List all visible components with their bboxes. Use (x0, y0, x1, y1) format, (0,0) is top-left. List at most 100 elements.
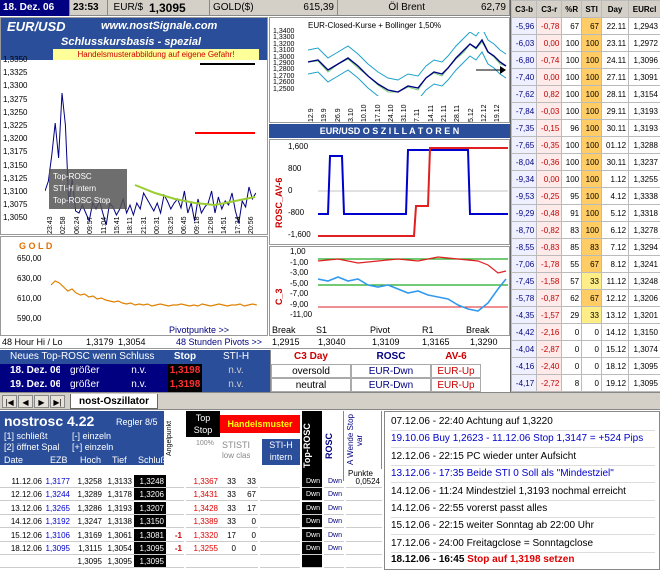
right-table-cell: -0,83 (536, 238, 563, 256)
nostrosc-cell-tief: 1,3061 (104, 529, 134, 542)
c3-state: oversold (271, 364, 351, 378)
news-item: 12.12.06 - 22:15 PC wieder unter Aufsich… (391, 447, 655, 466)
nostrosc-cell-stop: 1,3428 (186, 502, 220, 515)
option-2b[interactable]: [+] einzeln (72, 442, 113, 452)
right-table-cell: -6,03 (510, 34, 538, 52)
right-table-cell: -7,62 (510, 85, 538, 103)
pivot-value-0: 1,2915 (272, 337, 300, 347)
option-1[interactable]: [1] schließt (4, 431, 48, 441)
right-table-cell: 1,2972 (628, 34, 660, 52)
right-table-cell: -0,36 (536, 153, 563, 171)
right-table-row: -8,70 -0,82 83 100 6.12 1,3278 (510, 221, 660, 239)
chart-title-site[interactable]: www.nostSignale.com (101, 20, 217, 32)
nostrosc-cell-r2: Dwn (302, 501, 322, 515)
c3-ytick: -3,00 (290, 268, 309, 277)
right-table-cell: 62 (561, 289, 583, 307)
bollinger-xtick: 28.11 (454, 105, 462, 122)
nostrosc-cell-ang: -1 (166, 542, 184, 555)
right-table-cell: 24.11 (600, 51, 630, 69)
nostrosc-cell-date: 14.12.06 (0, 515, 44, 529)
nostrosc-cell-schluss: 1,3207 (134, 501, 166, 515)
right-table-cell: 100 (581, 187, 602, 205)
intraday-xtick: 14:51 (221, 216, 229, 234)
nostrosc-cell-pk (346, 529, 382, 542)
nostrosc-cell-hoch: 1,3286 (72, 502, 104, 515)
nostrosc-cell-schluss: 1,3150 (134, 515, 166, 529)
right-table-header: %R (561, 0, 583, 18)
right-table-cell: 0 (581, 374, 602, 392)
right-table-row: -4,42 -2,16 0 0 14.12 1,3150 (510, 323, 660, 341)
nostrosc-cell-schluss: 1,3095 (134, 542, 166, 555)
news-panel: 07.12.06 - 22:40 Achtung auf 1,3220 19.10… (384, 411, 660, 570)
right-table-cell: -2,72 (536, 374, 563, 392)
right-table-cell: 28.11 (600, 85, 630, 103)
right-table-row: -4,35 -1,57 29 33 13.12 1,3201 (510, 306, 660, 324)
chart-subtitle: Schlusskursbasis - spezial (61, 36, 202, 48)
tab-nav-button[interactable]: ▶| (50, 395, 65, 408)
c3-ytick: -11,00 (290, 310, 313, 319)
right-table-cell: 1,3318 (628, 204, 660, 222)
news-item: 07.12.06 - 22:40 Achtung auf 1,3220 (391, 412, 655, 431)
nostrosc-col-header: EZB (50, 455, 68, 465)
bollinger-xtick: 5.12 (467, 108, 475, 122)
intraday-ytick: 1,3250 (3, 107, 28, 117)
pivot-label: Break (272, 325, 296, 335)
pivots48-link[interactable]: 48 Stunden Pivots >> (176, 337, 262, 347)
right-table-header: C3-b (510, 0, 538, 18)
news-item-last: 18.12.06 - 16:45 Stop auf 1,3198 setzen (391, 554, 575, 565)
nostrosc-cell-r2: Dwn (302, 542, 322, 555)
nostrosc-cell-ang: -1 (166, 529, 184, 542)
nostrosc-cell-hoch: 1,3247 (72, 515, 104, 529)
option-1b[interactable]: [-] einzeln (72, 431, 111, 441)
right-table-row: -6,03 0,00 100 100 23.11 1,2972 (510, 34, 660, 52)
right-table-cell: 1,3193 (628, 102, 660, 120)
right-table-cell: 1,3193 (628, 119, 660, 137)
bollinger-xtick: 12.9 (308, 108, 315, 122)
tab-nav-button[interactable]: ◀ (18, 395, 33, 408)
nostrosc-cell-date (0, 555, 44, 569)
news-item: 14.12.06 - 11:24 Mindestziel 1,3193 noch… (391, 482, 655, 501)
right-table-cell: 27.11 (600, 68, 630, 86)
nostrosc-cell-ezb: 1,3265 (44, 503, 72, 515)
right-table-cell: 91 (561, 204, 583, 222)
right-table-cell: 67 (581, 289, 602, 307)
signal-stop: 1,3198 (168, 364, 202, 378)
right-table-cell: 8 (561, 374, 583, 392)
right-table-cell: 1,3095 (628, 357, 660, 375)
nostrosc-cell-date: 12.12.06 (0, 488, 44, 502)
nostrosc-cell-s2: 33 (238, 475, 258, 488)
tab-nav-button[interactable]: ▶ (34, 395, 49, 408)
right-table-cell: -0,03 (536, 102, 563, 120)
right-table-cell: 33 (581, 306, 602, 324)
option-2[interactable]: [2] öffnet Spal (4, 442, 59, 452)
pivot-link[interactable]: Pivotpunkte >> (169, 325, 229, 335)
top-status-bar: 18. Dez. 06 23:53 EUR/$ 1,3095 GOLD($) 6… (0, 0, 510, 16)
nostrosc-cell-s1: 33 (220, 502, 238, 515)
tab-nav-button[interactable]: |◀ (2, 395, 17, 408)
rosc-label: ROSC_AV-6 (274, 177, 284, 228)
right-table-row: -9,53 -0,25 95 100 4.12 1,3338 (510, 187, 660, 205)
c3-day-header: C3 Day (294, 351, 328, 362)
signal-cond: größer (60, 364, 110, 378)
intraday-ytick: 1,3275 (3, 94, 28, 104)
nostrosc-cell-s2: 0 (238, 529, 258, 542)
right-table-cell: 1,3237 (628, 153, 660, 171)
oil-label: Öl Brent (388, 2, 425, 13)
nostrosc-cell-r2 (302, 555, 322, 569)
nostrosc-cell-ezb: 1,3244 (44, 490, 72, 502)
right-table-cell: 1,3255 (628, 170, 660, 188)
right-table-cell: 1,3074 (628, 340, 660, 358)
regler-label: Regler 8/5 (116, 417, 158, 427)
gold-ytick: 650,00 (17, 254, 42, 263)
bollinger-title: EUR-Closed-Kurse + Bollinger 1,50% (308, 21, 442, 30)
news-item: 14.12.06 - 22:55 vorerst passt alles (391, 499, 655, 518)
right-table-cell: -1,57 (536, 306, 563, 324)
right-table-cell: 1,3150 (628, 323, 660, 341)
nostrosc-cell-ezb: 1,3095 (44, 544, 72, 555)
right-table-cell: 0 (561, 323, 583, 341)
right-table-cell: -7,84 (510, 102, 538, 120)
c3-chart: C_3 1,00 -1,00 -3,00 -5,00 -7,00 -9,00 -11,00 … (269, 246, 510, 336)
signal-panel: Neues Top-ROSC wenn Schluss Stop STI-H 1… (0, 350, 270, 392)
right-table-cell: 11.12 (600, 272, 630, 290)
tab-nost-oszillator[interactable]: nost-Oszillator (70, 394, 159, 409)
